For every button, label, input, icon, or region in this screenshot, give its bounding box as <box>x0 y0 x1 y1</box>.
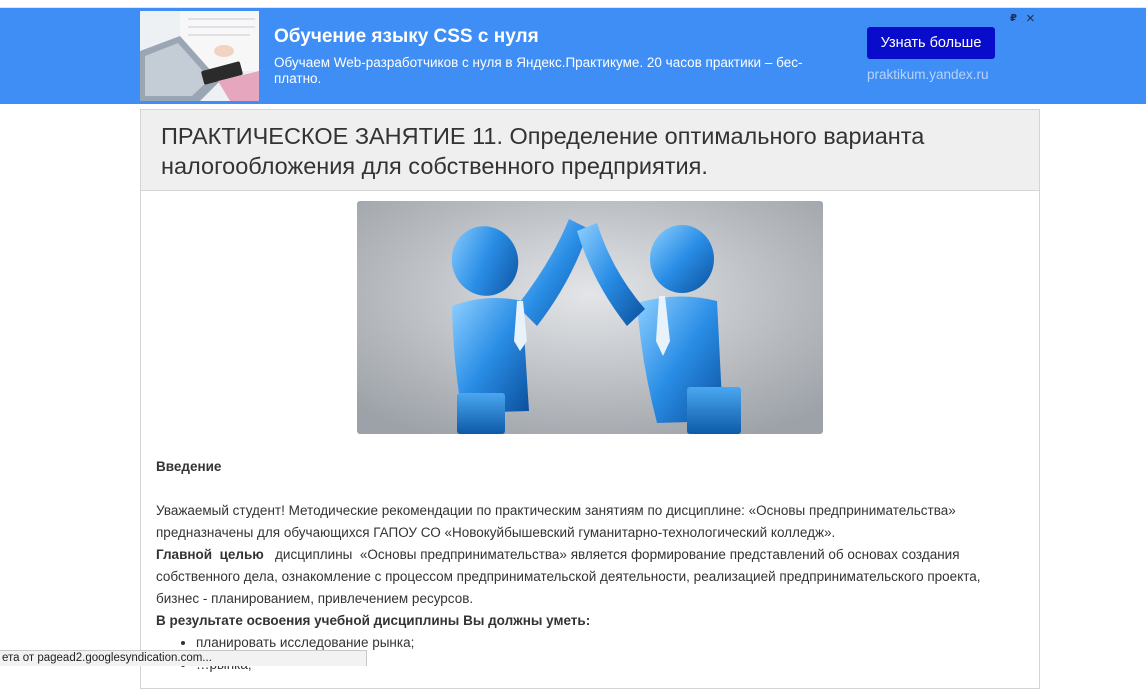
ad-title[interactable]: Обучение языку CSS с нуля <box>274 26 539 48</box>
article-content: Введение Уважаемый студент! Методические… <box>156 456 1026 676</box>
learn-more-button[interactable]: Узнать больше <box>867 27 995 59</box>
ad-info-icon[interactable]: ₽ <box>1010 13 1017 24</box>
business-high-five-icon <box>357 201 823 434</box>
article-card: ПРАКТИЧЕСКОЕ ЗАНЯТИЕ 11. Определение опт… <box>140 109 1040 689</box>
goal-text: дисциплины «Основы предпринимательства» … <box>156 547 985 606</box>
laptop-desk-photo-icon <box>140 11 259 101</box>
ad-domain-link[interactable]: praktikum.yandex.ru <box>867 67 989 82</box>
browser-status-bar: ета от pagead2.googlesyndication.com... <box>0 650 367 666</box>
browser-top-line <box>0 0 1146 8</box>
ad-description[interactable]: Обучаем Web-разработчиков с нуля в Яндек… <box>274 55 849 87</box>
goal-paragraph: Главной целью дисциплины «Основы предпри… <box>156 544 1026 610</box>
ad-image[interactable] <box>140 11 259 101</box>
article-header: ПРАКТИЧЕСКОЕ ЗАНЯТИЕ 11. Определение опт… <box>141 110 1039 191</box>
intro-paragraph: Уважаемый студент! Методические рекоменд… <box>156 503 956 540</box>
close-icon[interactable]: × <box>1026 10 1035 27</box>
ad-banner[interactable]: Обучение языку CSS с нуля Обучаем Web-ра… <box>0 8 1146 104</box>
page-title: ПРАКТИЧЕСКОЕ ЗАНЯТИЕ 11. Определение опт… <box>161 123 925 179</box>
skills-heading: В результате освоения учебной дисциплины… <box>156 613 591 628</box>
hero-image <box>357 201 823 434</box>
intro-heading: Введение <box>156 459 222 474</box>
goal-label: Главной целью <box>156 547 264 562</box>
